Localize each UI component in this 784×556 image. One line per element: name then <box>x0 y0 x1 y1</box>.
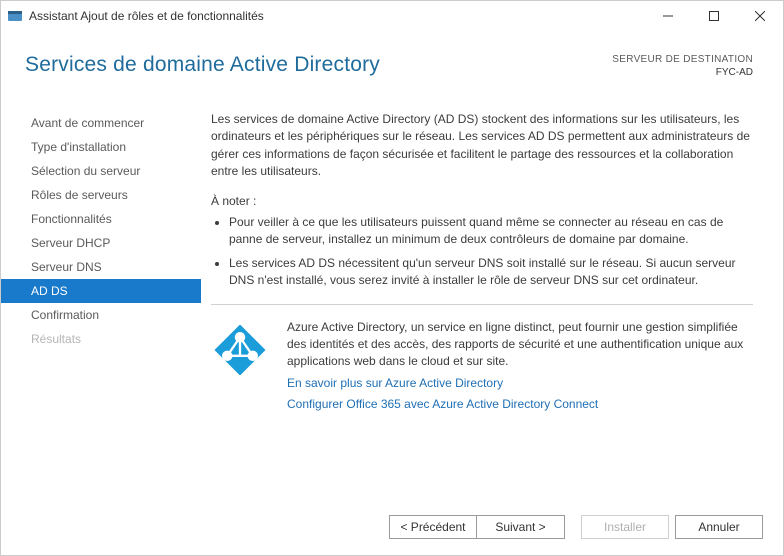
intro-text: Les services de domaine Active Directory… <box>211 111 753 181</box>
maximize-button[interactable] <box>691 1 737 31</box>
step-install-type[interactable]: Type d'installation <box>1 135 201 159</box>
divider <box>211 304 753 305</box>
cancel-button[interactable]: Annuler <box>675 515 763 539</box>
previous-button[interactable]: < Précédent <box>389 515 477 539</box>
step-server-selection[interactable]: Sélection du serveur <box>1 159 201 183</box>
sidebar: Avant de commencer Type d'installation S… <box>1 109 201 507</box>
azure-description: Azure Active Directory, un service en li… <box>287 319 753 371</box>
notes-list: Pour veiller à ce que les utilisateurs p… <box>211 214 753 290</box>
step-dhcp[interactable]: Serveur DHCP <box>1 231 201 255</box>
note-item: Les services AD DS nécessitent qu'un ser… <box>229 255 753 290</box>
step-server-roles[interactable]: Rôles de serveurs <box>1 183 201 207</box>
azure-learn-more-link[interactable]: En savoir plus sur Azure Active Director… <box>287 375 753 392</box>
destination-box: SERVEUR DE DESTINATION FYC-AD <box>612 53 753 79</box>
app-icon <box>7 8 23 24</box>
nav-button-group: < Précédent Suivant > <box>389 515 565 539</box>
content: Les services de domaine Active Directory… <box>201 109 783 507</box>
destination-label: SERVEUR DE DESTINATION <box>612 53 753 66</box>
next-button[interactable]: Suivant > <box>477 515 565 539</box>
azure-text: Azure Active Directory, un service en li… <box>287 319 753 414</box>
note-item: Pour veiller à ce que les utilisateurs p… <box>229 214 753 249</box>
step-results: Résultats <box>1 327 201 351</box>
window-controls <box>645 1 783 31</box>
wizard-window: Assistant Ajout de rôles et de fonctionn… <box>0 0 784 556</box>
minimize-button[interactable] <box>645 1 691 31</box>
azure-ad-icon <box>211 321 269 379</box>
note-title: À noter : <box>211 193 753 210</box>
step-dns[interactable]: Serveur DNS <box>1 255 201 279</box>
page-title: Services de domaine Active Directory <box>25 53 380 77</box>
step-confirmation[interactable]: Confirmation <box>1 303 201 327</box>
window-title: Assistant Ajout de rôles et de fonctionn… <box>29 9 264 23</box>
azure-configure-link[interactable]: Configurer Office 365 avec Azure Active … <box>287 396 753 413</box>
body: Avant de commencer Type d'installation S… <box>1 109 783 507</box>
titlebar: Assistant Ajout de rôles et de fonctionn… <box>1 1 783 31</box>
destination-value: FYC-AD <box>612 66 753 79</box>
step-before-begin[interactable]: Avant de commencer <box>1 111 201 135</box>
footer: < Précédent Suivant > Installer Annuler <box>1 507 783 555</box>
azure-info-box: Azure Active Directory, un service en li… <box>211 319 753 414</box>
step-adds[interactable]: AD DS <box>1 279 201 303</box>
step-features[interactable]: Fonctionnalités <box>1 207 201 231</box>
install-button: Installer <box>581 515 669 539</box>
close-button[interactable] <box>737 1 783 31</box>
header: Services de domaine Active Directory SER… <box>1 31 783 109</box>
